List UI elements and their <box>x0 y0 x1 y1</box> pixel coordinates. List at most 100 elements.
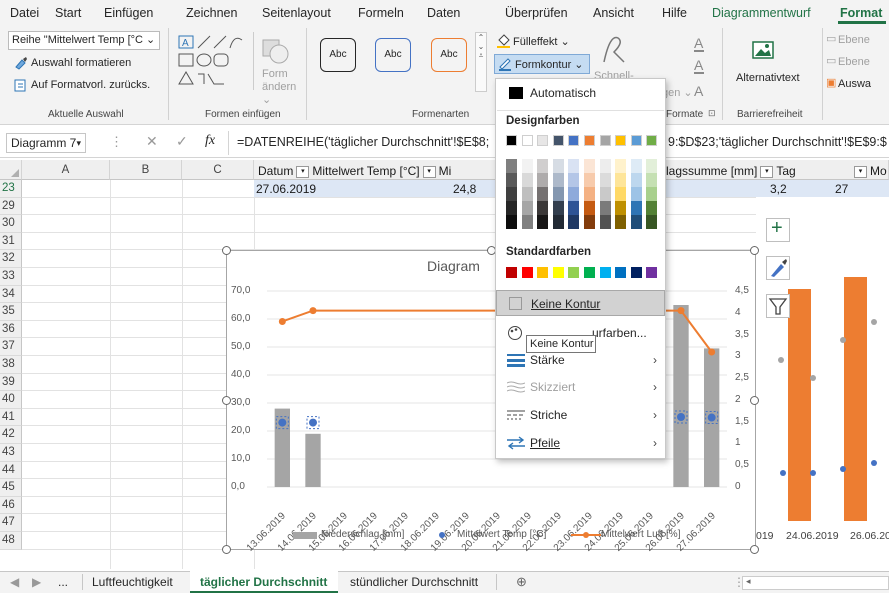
theme-shade-swatch[interactable] <box>506 215 517 229</box>
theme-shade-swatch[interactable] <box>552 215 564 229</box>
row-header[interactable]: 47 <box>0 514 22 532</box>
row-header[interactable]: 30 <box>0 215 22 233</box>
filter-dropdown-icon[interactable]: ▾ <box>854 165 867 178</box>
theme-shade-swatch[interactable] <box>584 215 595 229</box>
row-header[interactable]: 40 <box>0 391 22 409</box>
chart-elements-button[interactable]: + <box>766 217 790 242</box>
row-header[interactable]: 32 <box>0 250 22 268</box>
theme-shade-swatch[interactable] <box>599 215 611 229</box>
theme-shade-swatch[interactable] <box>506 173 517 187</box>
column-header-c[interactable]: C <box>182 160 254 180</box>
tab-einfuegen[interactable]: Einfügen <box>104 6 153 20</box>
sheet-tab-taeglicher-durchschnitt[interactable]: täglicher Durchschnitt <box>200 575 327 589</box>
chart-element-dropdown[interactable]: Reihe "Mittelwert Temp [°C ⌄ <box>8 31 160 50</box>
filter-dropdown-icon[interactable]: ▾ <box>296 165 310 178</box>
background-chart[interactable]: 019 24.06.2019 26.06.20 <box>756 197 889 567</box>
theme-shade-swatch[interactable] <box>646 159 658 173</box>
resize-handle[interactable] <box>750 396 759 405</box>
theme-color-swatch[interactable] <box>521 135 533 146</box>
tab-formeln[interactable]: Formeln <box>358 6 404 20</box>
resize-handle[interactable] <box>750 246 759 255</box>
filter-dropdown-icon[interactable]: ▾ <box>760 165 774 178</box>
resize-handle[interactable] <box>750 545 759 554</box>
resize-handle[interactable] <box>222 545 231 554</box>
menu-item-automatic[interactable]: Automatisch <box>496 80 665 106</box>
theme-shade-swatch[interactable] <box>506 159 517 173</box>
add-sheet-button[interactable]: ⊕ <box>516 574 527 590</box>
column-header-b[interactable]: B <box>110 160 182 180</box>
wordart-quick-styles-icon[interactable] <box>600 32 630 66</box>
theme-color-swatch[interactable] <box>506 135 517 146</box>
shapes-gallery[interactable]: A <box>178 34 250 90</box>
theme-shade-swatch[interactable] <box>599 159 611 173</box>
name-box[interactable]: Diagramm 7 ▾ <box>6 133 86 153</box>
scroll-right-icon[interactable]: ▶ <box>32 575 41 589</box>
send-backward-button[interactable]: Ebene <box>838 56 870 68</box>
theme-shade-swatch[interactable] <box>537 187 549 201</box>
row-header[interactable]: 43 <box>0 444 22 462</box>
scroll-left-icon[interactable]: ◀ <box>10 575 19 589</box>
theme-shade-swatch[interactable] <box>615 201 627 215</box>
format-selection-button[interactable]: Auswahl formatieren <box>14 56 164 72</box>
standard-color-swatch[interactable] <box>521 267 533 278</box>
resize-handle[interactable] <box>222 246 231 255</box>
bring-forward-button[interactable]: Ebene <box>838 34 870 46</box>
column-header-a[interactable]: A <box>22 160 110 180</box>
theme-shade-swatch[interactable] <box>537 159 549 173</box>
standard-color-swatch[interactable] <box>537 267 549 278</box>
cell-datum-23[interactable]: 27.06.2019 <box>256 182 316 196</box>
row-header[interactable]: 48 <box>0 532 22 550</box>
theme-color-swatch[interactable] <box>615 135 627 146</box>
theme-shade-swatch[interactable] <box>537 215 549 229</box>
filter-dropdown-icon[interactable]: ▾ <box>422 165 436 178</box>
row-header[interactable]: 45 <box>0 479 22 497</box>
cancel-icon[interactable]: ✕ <box>146 133 158 150</box>
standard-color-swatch[interactable] <box>552 267 564 278</box>
theme-shade-swatch[interactable] <box>537 201 549 215</box>
resize-handle[interactable] <box>222 396 231 405</box>
theme-shade-swatch[interactable] <box>506 187 517 201</box>
row-header[interactable]: 39 <box>0 373 22 392</box>
dialog-launcher-icon[interactable]: ⊡ <box>708 108 716 119</box>
theme-shade-swatch[interactable] <box>568 187 580 201</box>
theme-shade-swatch[interactable] <box>646 173 658 187</box>
standard-color-swatch[interactable] <box>599 267 611 278</box>
theme-shade-swatch[interactable] <box>630 215 642 229</box>
sheet-tab-stuendlicher-durchschnitt[interactable]: stündlicher Durchschnitt <box>350 575 478 589</box>
theme-shade-swatch[interactable] <box>646 201 658 215</box>
standard-color-swatch[interactable] <box>584 267 595 278</box>
row-header[interactable]: 42 <box>0 426 22 444</box>
theme-color-swatch[interactable] <box>630 135 642 146</box>
shape-styles-scroll[interactable]: ⌃ ⌄ ⩡ <box>475 32 487 92</box>
more-sheets-button[interactable]: ... <box>58 575 68 589</box>
tab-zeichnen[interactable]: Zeichnen <box>186 6 237 20</box>
cell-niederschlag-23[interactable]: 3,2 <box>770 182 787 196</box>
row-header[interactable]: 35 <box>0 303 22 321</box>
theme-shade-swatch[interactable] <box>615 187 627 201</box>
theme-shade-swatch[interactable] <box>599 187 611 201</box>
theme-shade-swatch[interactable] <box>552 201 564 215</box>
chart-title[interactable]: Diagram <box>427 258 480 274</box>
alt-text-button[interactable]: Alternativtext <box>736 72 800 84</box>
tab-datei[interactable]: Datei <box>10 6 39 20</box>
chart-filters-button[interactable] <box>766 294 790 318</box>
theme-shade-swatch[interactable] <box>521 173 533 187</box>
row-header[interactable]: 37 <box>0 338 22 356</box>
theme-shade-swatch[interactable] <box>646 187 658 201</box>
theme-shade-swatch[interactable] <box>646 215 658 229</box>
theme-shade-swatch[interactable] <box>630 187 642 201</box>
theme-shade-swatch[interactable] <box>615 215 627 229</box>
tab-ueberpruefen[interactable]: Überprüfen <box>505 6 568 20</box>
shape-style-black[interactable]: Abc <box>320 38 356 72</box>
theme-color-swatch[interactable] <box>584 135 595 146</box>
theme-color-swatch[interactable] <box>568 135 580 146</box>
row-header[interactable]: 41 <box>0 408 22 427</box>
horizontal-scrollbar[interactable]: ◂ <box>742 576 889 590</box>
row-header[interactable]: 29 <box>0 197 22 216</box>
theme-shade-swatch[interactable] <box>584 159 595 173</box>
cell-tag-23[interactable]: 27 <box>835 182 848 196</box>
theme-shade-swatch[interactable] <box>521 201 533 215</box>
menu-item-dashes[interactable]: Striche › <box>496 402 665 428</box>
sheet-tab-luftfeuchtigkeit[interactable]: Luftfeuchtigkeit <box>92 575 173 589</box>
theme-shade-swatch[interactable] <box>568 159 580 173</box>
